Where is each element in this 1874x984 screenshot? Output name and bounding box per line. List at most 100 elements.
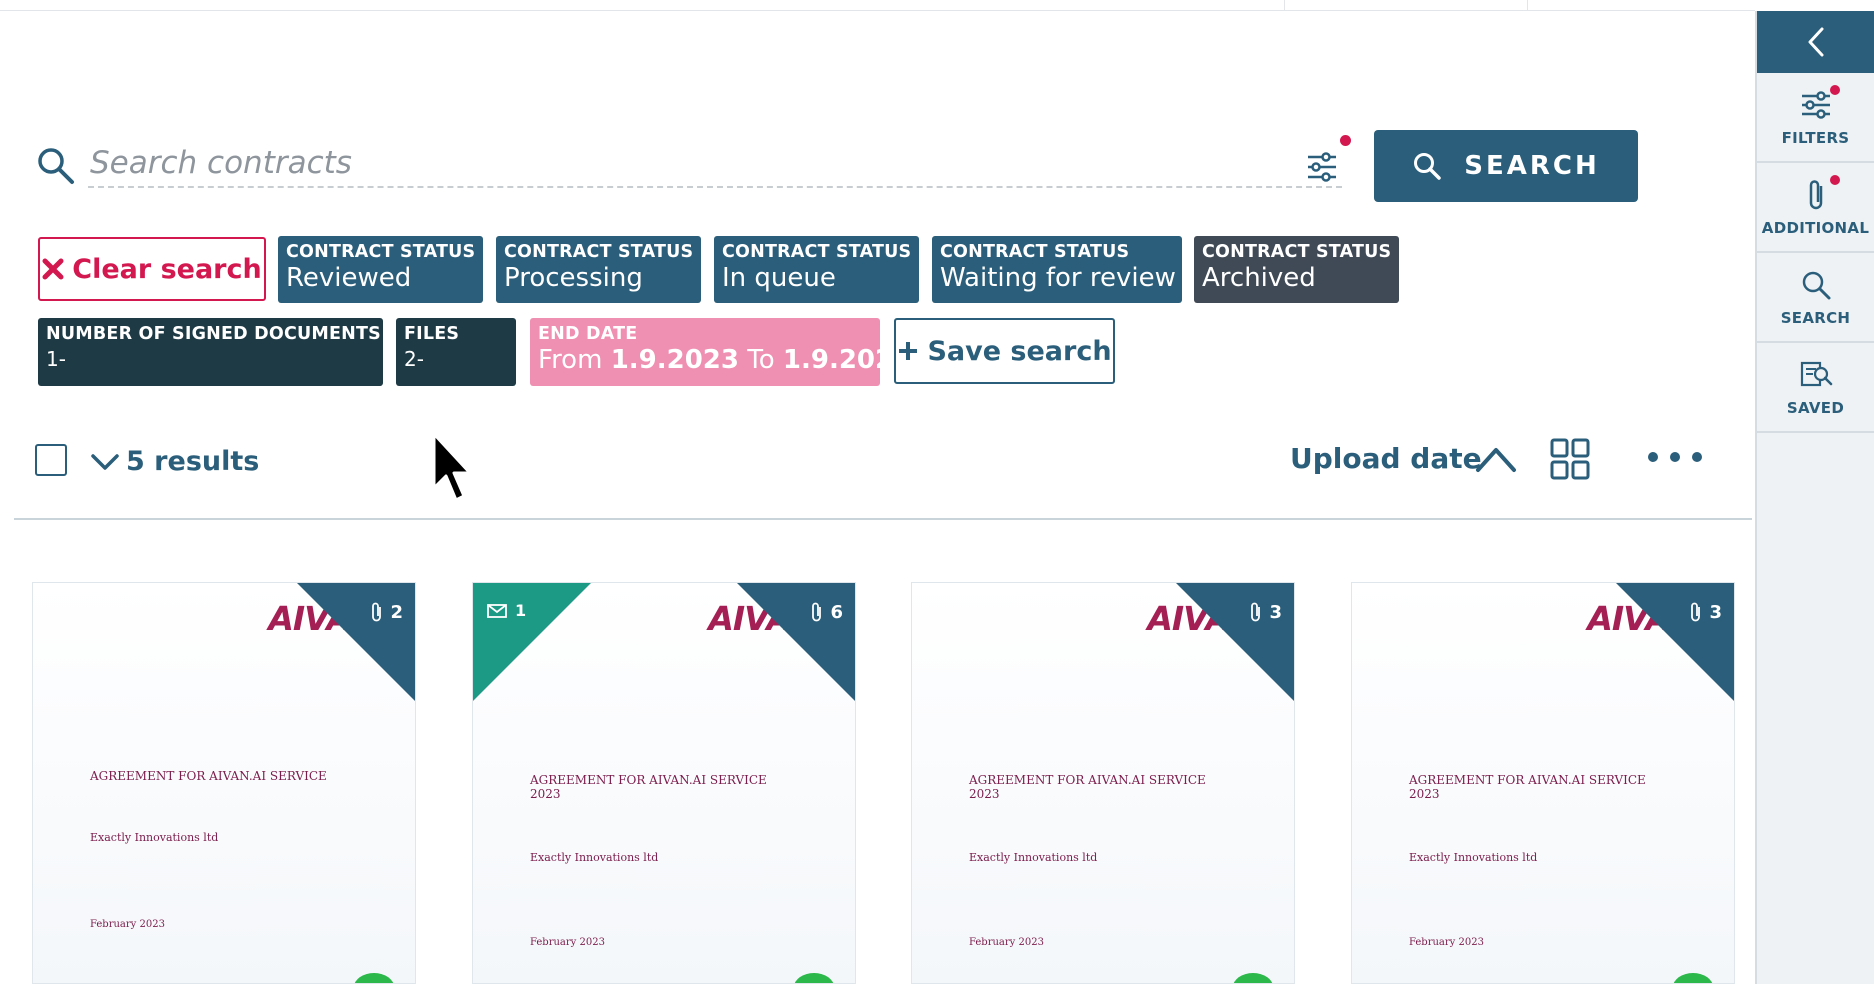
end-date-from: 1.9.2023 bbox=[610, 345, 739, 375]
chip-key: FILES bbox=[404, 324, 460, 344]
active-filter-dot bbox=[1340, 135, 1351, 146]
attachments-badge[interactable]: 2 bbox=[370, 601, 403, 623]
chip-value: Waiting for review bbox=[940, 263, 1176, 293]
search-icon bbox=[1414, 153, 1441, 180]
card-title-line2: 2023 bbox=[530, 787, 561, 801]
chevron-up-icon[interactable] bbox=[1474, 444, 1518, 474]
filter-chip-contract-status[interactable]: CONTRACT STATUS Archived bbox=[1194, 236, 1399, 303]
filter-chip-contract-status[interactable]: CONTRACT STATUS In queue bbox=[714, 236, 919, 303]
select-all-checkbox[interactable] bbox=[35, 444, 67, 476]
card-title-line1: AGREEMENT FOR AIVAN.AI SERVICE bbox=[1409, 773, 1646, 787]
chip-key: CONTRACT STATUS bbox=[940, 242, 1130, 262]
attachments-count: 3 bbox=[1269, 601, 1282, 623]
signature-seal-icon bbox=[354, 973, 394, 983]
search-button-label: SEARCH bbox=[1464, 151, 1600, 181]
chip-value: Reviewed bbox=[286, 263, 412, 293]
search-input[interactable] bbox=[88, 140, 1342, 188]
close-icon bbox=[42, 258, 64, 280]
saved-search-icon bbox=[1800, 361, 1832, 387]
attachments-count: 2 bbox=[390, 601, 403, 623]
filter-toggle-icon[interactable] bbox=[1306, 152, 1338, 182]
signature-seal-icon bbox=[794, 973, 834, 983]
top-bar-divider bbox=[1284, 0, 1285, 11]
attachments-count: 6 bbox=[830, 601, 843, 623]
end-date-to: 1.9.2024 bbox=[782, 345, 880, 375]
clear-search-button[interactable]: Clear search bbox=[38, 237, 266, 301]
sidebar-item-label: SEARCH bbox=[1780, 309, 1851, 327]
signature-seal-icon bbox=[1673, 973, 1713, 983]
card-company: Exactly Innovations ltd bbox=[530, 851, 659, 864]
additional-active-dot bbox=[1829, 175, 1840, 185]
chip-value: Processing bbox=[504, 263, 643, 293]
chip-value: 2- bbox=[404, 347, 424, 371]
card-title-line1: AGREEMENT FOR AIVAN.AI SERVICE bbox=[969, 773, 1206, 787]
card-company: Exactly Innovations ltd bbox=[969, 851, 1098, 864]
filter-chip-signed-documents[interactable]: NUMBER OF SIGNED DOCUMENTS 1- bbox=[38, 318, 383, 386]
filters-active-dot bbox=[1829, 85, 1840, 95]
mail-icon bbox=[487, 603, 507, 618]
sidebar-item-label: SAVED bbox=[1786, 399, 1845, 417]
filter-chip-contract-status[interactable]: CONTRACT STATUS Processing bbox=[496, 236, 701, 303]
end-date-to-word: To bbox=[747, 345, 775, 375]
attachments-badge[interactable]: 6 bbox=[810, 601, 843, 623]
contract-card[interactable]: 1 AIVA 6 AGREEMENT FOR AIVAN.AI SERVICE 2… bbox=[472, 582, 856, 984]
paperclip-icon bbox=[812, 602, 822, 622]
search-button[interactable]: SEARCH bbox=[1374, 130, 1638, 202]
save-search-button[interactable]: Save search bbox=[894, 318, 1115, 384]
card-date: February 2023 bbox=[969, 937, 1044, 948]
filter-chip-contract-status[interactable]: CONTRACT STATUS Reviewed bbox=[278, 236, 483, 303]
chip-value: Archived bbox=[1202, 263, 1316, 293]
sidebar-item-filters[interactable]: FILTERS bbox=[1757, 73, 1874, 163]
contract-card[interactable]: AIVA 3 AGREEMENT FOR AIVAN.AI SERVICE 202… bbox=[911, 582, 1295, 984]
chip-value: In queue bbox=[722, 263, 836, 293]
plus-icon bbox=[899, 342, 918, 360]
grid-view-icon[interactable] bbox=[1550, 438, 1590, 480]
filter-chip-contract-status[interactable]: CONTRACT STATUS Waiting for review bbox=[932, 236, 1182, 303]
card-title: AGREEMENT FOR AIVAN.AI SERVICE 2023 bbox=[1409, 773, 1646, 801]
card-company: Exactly Innovations ltd bbox=[1409, 851, 1538, 864]
results-count: 5 results bbox=[126, 446, 260, 477]
top-bar bbox=[0, 0, 1755, 11]
card-title: AGREEMENT FOR AIVAN.AI SERVICE 2023 bbox=[530, 773, 767, 801]
chip-key: CONTRACT STATUS bbox=[1202, 242, 1392, 262]
sidebar-item-saved[interactable]: SAVED bbox=[1757, 343, 1874, 433]
more-options-icon[interactable] bbox=[1648, 452, 1702, 462]
results-divider bbox=[14, 518, 1752, 520]
end-date-from-word: From bbox=[538, 345, 603, 375]
mouse-cursor-icon bbox=[432, 432, 472, 502]
card-title-line2: 2023 bbox=[969, 787, 1000, 801]
sidebar-item-search[interactable]: SEARCH bbox=[1757, 253, 1874, 343]
sort-field-button[interactable]: Upload date bbox=[1290, 442, 1482, 475]
paperclip-icon bbox=[1809, 180, 1822, 210]
search-icon bbox=[38, 148, 74, 184]
sidebar-item-additional[interactable]: ADDITIONAL bbox=[1757, 163, 1874, 253]
messages-badge[interactable]: 1 bbox=[487, 601, 526, 620]
chip-key: CONTRACT STATUS bbox=[504, 242, 694, 262]
paperclip-icon bbox=[1251, 602, 1261, 622]
attachments-badge[interactable]: 3 bbox=[1249, 601, 1282, 623]
right-sidebar: FILTERS ADDITIONAL SEARCH SAVED bbox=[1755, 11, 1874, 984]
chip-key: END DATE bbox=[538, 324, 638, 344]
attachments-count: 3 bbox=[1709, 601, 1722, 623]
filter-chip-files[interactable]: FILES 2- bbox=[396, 318, 516, 386]
contract-card[interactable]: AIVA 2 AGREEMENT FOR AIVAN.AI SERVICE Ex… bbox=[32, 582, 416, 984]
card-title: AGREEMENT FOR AIVAN.AI SERVICE bbox=[90, 769, 327, 783]
chevron-down-icon bbox=[91, 453, 119, 470]
card-title: AGREEMENT FOR AIVAN.AI SERVICE 2023 bbox=[969, 773, 1206, 801]
results-count-toggle[interactable]: 5 results bbox=[90, 446, 259, 477]
chip-value: From 1.9.2023 To 1.9.2024 bbox=[538, 345, 880, 375]
collapse-sidebar-button[interactable] bbox=[1757, 11, 1874, 73]
sidebar-item-label: FILTERS bbox=[1781, 129, 1850, 147]
sidebar-item-label: ADDITIONAL bbox=[1761, 219, 1870, 237]
messages-count: 1 bbox=[515, 601, 527, 620]
card-date: February 2023 bbox=[90, 919, 165, 930]
card-date: February 2023 bbox=[530, 937, 605, 948]
chip-key: CONTRACT STATUS bbox=[722, 242, 912, 262]
clear-search-label: Clear search bbox=[72, 253, 262, 285]
contract-card[interactable]: AIVA 3 AGREEMENT FOR AIVAN.AI SERVICE 202… bbox=[1351, 582, 1735, 984]
chevron-left-icon bbox=[1808, 27, 1823, 57]
chip-key: NUMBER OF SIGNED DOCUMENTS bbox=[46, 324, 381, 344]
filter-chip-end-date[interactable]: END DATE From 1.9.2023 To 1.9.2024 bbox=[530, 318, 880, 386]
attachments-badge[interactable]: 3 bbox=[1689, 601, 1722, 623]
sliders-icon bbox=[1801, 91, 1830, 119]
